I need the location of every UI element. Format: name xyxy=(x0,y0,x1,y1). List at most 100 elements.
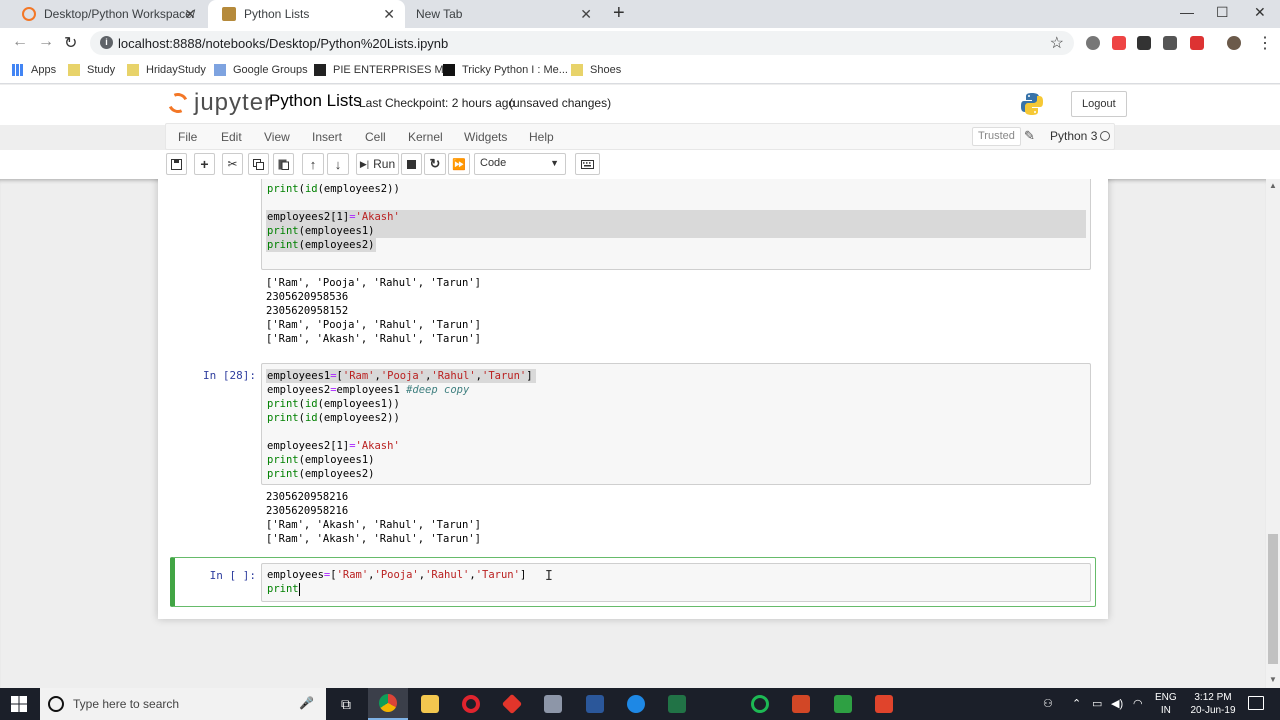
move-up-button[interactable]: ↑ xyxy=(302,153,324,175)
taskbar-app[interactable] xyxy=(492,688,532,720)
insert-cell-button[interactable]: + xyxy=(194,153,215,175)
menu-widgets[interactable]: Widgets xyxy=(464,130,507,144)
jupyter-logo[interactable]: jupyter xyxy=(165,89,273,117)
scroll-down-arrow-icon[interactable]: ▼ xyxy=(1269,675,1277,684)
close-tab-icon[interactable]: ✕ xyxy=(580,6,592,23)
cortana-circle-icon xyxy=(48,696,64,712)
task-view-button[interactable]: ⧉ xyxy=(326,688,366,720)
back-arrow-icon[interactable]: ← xyxy=(12,33,28,51)
omnibox[interactable]: i localhost:8888/notebooks/Desktop/Pytho… xyxy=(90,31,1074,55)
bookmark-pie-enterprises[interactable]: PIE ENTERPRISES M... xyxy=(314,64,453,76)
stop-icon xyxy=(407,159,416,169)
taskbar-file-explorer[interactable] xyxy=(410,688,450,720)
bookmark-hridaystudy[interactable]: HridayStudy xyxy=(127,64,206,76)
menu-edit[interactable]: Edit xyxy=(221,130,242,144)
bookmark-apps[interactable]: Apps xyxy=(12,64,56,76)
tab-label: Python Lists xyxy=(244,7,310,21)
cell-type-select[interactable]: Code ▼ xyxy=(474,153,566,175)
cut-button[interactable]: ✂ xyxy=(222,153,243,175)
close-tab-icon[interactable]: ✕ xyxy=(383,6,395,23)
extension-icon[interactable] xyxy=(1190,36,1204,50)
taskbar-clock[interactable]: 3:12 PM 20-Jun-19 xyxy=(1183,691,1243,717)
windows-taskbar: Type here to search 🎤 ⧉ ⚇ ⌃ ▭ ◀) ◠ ENG I… xyxy=(0,688,1280,720)
menu-kernel[interactable]: Kernel xyxy=(408,130,443,144)
menu-file[interactable]: File xyxy=(178,130,197,144)
bookmark-study[interactable]: Study xyxy=(68,64,115,76)
browser-tab-python-lists[interactable]: Python Lists ✕ xyxy=(208,0,405,28)
save-button[interactable] xyxy=(166,153,187,175)
taskbar-excel[interactable] xyxy=(657,688,697,720)
info-icon[interactable]: i xyxy=(100,36,113,49)
menu-view[interactable]: View xyxy=(264,130,290,144)
folder-icon xyxy=(68,64,80,76)
restart-run-all-button[interactable]: ⏩ xyxy=(448,153,470,175)
wifi-icon[interactable]: ◠ xyxy=(1133,697,1143,710)
output-line: ['Ram', 'Akash', 'Rahul', 'Tarun'] xyxy=(266,533,481,545)
input-language[interactable]: ENG IN xyxy=(1155,691,1177,717)
action-center-icon[interactable] xyxy=(1248,696,1264,710)
taskbar-chrome[interactable] xyxy=(368,688,408,720)
scroll-up-arrow-icon[interactable]: ▲ xyxy=(1269,181,1277,190)
extension-icon[interactable] xyxy=(1086,36,1100,50)
taskbar-app[interactable] xyxy=(740,688,780,720)
browser-tab-workspace[interactable]: Desktop/Python Workspace/ ✕ xyxy=(8,0,206,28)
show-hidden-icons-icon[interactable]: ⌃ xyxy=(1072,697,1081,710)
run-button[interactable]: ▶| Run xyxy=(356,153,399,175)
new-tab-plus-icon[interactable]: + xyxy=(613,2,625,25)
code-cell-editor[interactable]: employees=['Ram','Pooja','Rahul','Tarun'… xyxy=(261,563,1091,602)
taskbar-powerpoint[interactable] xyxy=(781,688,821,720)
taskbar-app[interactable] xyxy=(823,688,863,720)
volume-icon[interactable]: ◀) xyxy=(1111,697,1123,710)
app-icon xyxy=(875,695,893,713)
trusted-badge[interactable]: Trusted xyxy=(972,127,1021,146)
forward-arrow-icon[interactable]: → xyxy=(38,33,54,51)
interrupt-button[interactable] xyxy=(401,153,422,175)
reload-icon[interactable]: ↻ xyxy=(64,33,77,53)
paste-button[interactable] xyxy=(273,153,294,175)
microphone-icon[interactable]: 🎤 xyxy=(299,696,314,710)
chrome-menu-icon[interactable]: ⋮ xyxy=(1257,33,1273,53)
maximize-icon[interactable]: ☐ xyxy=(1216,4,1229,21)
logout-button[interactable]: Logout xyxy=(1071,91,1127,117)
app-icon xyxy=(834,695,852,713)
kernel-name[interactable]: Python 3 xyxy=(1050,129,1097,143)
bookmark-shoes[interactable]: Shoes xyxy=(571,64,621,76)
notebook-title[interactable]: Python Lists xyxy=(269,91,362,111)
menu-cell[interactable]: Cell xyxy=(365,130,386,144)
cell-type-value: Code xyxy=(480,157,507,169)
extension-icon[interactable] xyxy=(1137,36,1151,50)
bookmark-tricky-python[interactable]: Tricky Python I : Me... xyxy=(443,64,568,76)
people-icon[interactable]: ⚇ xyxy=(1043,697,1053,710)
pocket-extension-icon[interactable] xyxy=(1112,36,1126,50)
notebook-container[interactable]: print(id(employees2)) employees2[1]='Aka… xyxy=(0,179,1266,688)
menu-insert[interactable]: Insert xyxy=(312,130,342,144)
url-text[interactable]: localhost:8888/notebooks/Desktop/Python%… xyxy=(118,36,448,51)
profile-avatar[interactable] xyxy=(1227,36,1241,50)
taskbar-edge[interactable] xyxy=(616,688,656,720)
taskbar-app[interactable] xyxy=(533,688,573,720)
code-cell-input[interactable]: employees1=['Ram','Pooja','Rahul','Tarun… xyxy=(261,363,1091,485)
restart-kernel-button[interactable]: ↻ xyxy=(424,153,446,175)
taskbar-search-box[interactable]: Type here to search 🎤 xyxy=(40,688,326,720)
edge-icon xyxy=(627,695,645,713)
scrollbar-thumb[interactable] xyxy=(1268,534,1278,664)
code-cell-input[interactable]: print(id(employees2)) employees2[1]='Aka… xyxy=(261,179,1091,270)
move-down-button[interactable]: ↓ xyxy=(327,153,349,175)
taskbar-word[interactable] xyxy=(575,688,615,720)
battery-icon[interactable]: ▭ xyxy=(1092,697,1102,710)
extension-icon[interactable] xyxy=(1163,36,1177,50)
taskbar-opera[interactable] xyxy=(451,688,491,720)
minimize-icon[interactable]: — xyxy=(1180,4,1194,20)
windows-start-icon[interactable] xyxy=(11,696,27,712)
page-scrollbar[interactable]: ▲ ▼ xyxy=(1266,179,1280,688)
bookmark-star-icon[interactable]: ☆ xyxy=(1050,33,1064,53)
command-palette-button[interactable] xyxy=(575,153,600,175)
menu-help[interactable]: Help xyxy=(529,130,554,144)
copy-button[interactable] xyxy=(248,153,269,175)
browser-tab-new-tab[interactable]: New Tab ✕ xyxy=(402,0,602,28)
bookmark-google-groups[interactable]: Google Groups xyxy=(214,64,308,76)
close-tab-icon[interactable]: ✕ xyxy=(184,6,196,23)
taskbar-app[interactable] xyxy=(864,688,904,720)
task-view-icon: ⧉ xyxy=(341,695,351,712)
window-close-icon[interactable]: ✕ xyxy=(1254,4,1266,21)
